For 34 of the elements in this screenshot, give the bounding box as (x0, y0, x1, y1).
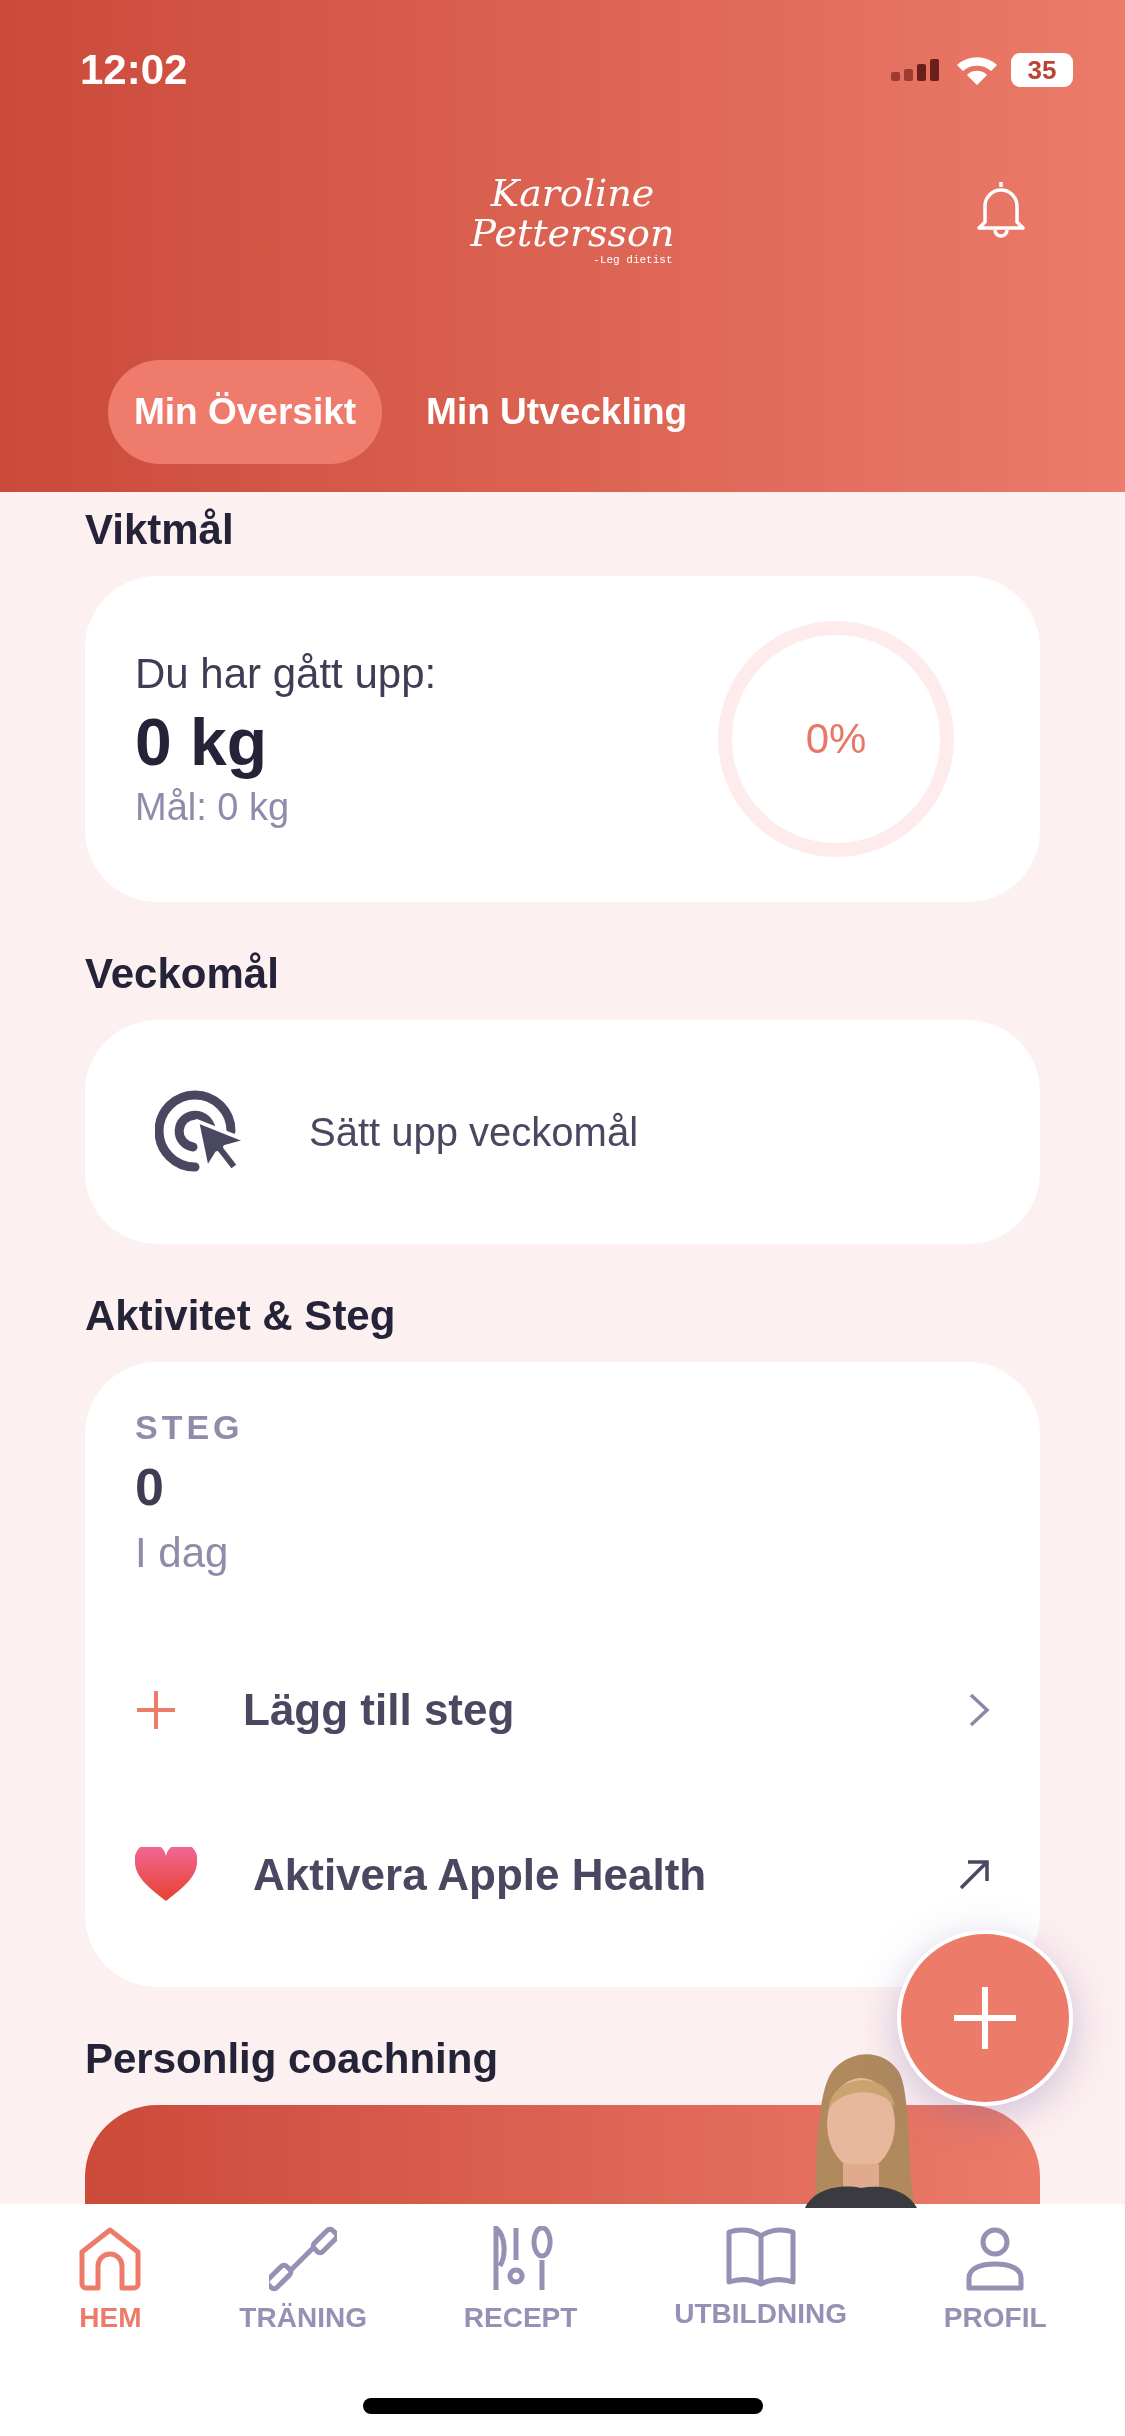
add-steps-link[interactable]: Lägg till steg (243, 1684, 968, 1735)
status-time: 12:02 (80, 46, 188, 94)
week-goal-card[interactable]: Sätt upp veckomål (85, 1020, 1040, 1244)
person-icon (965, 2226, 1026, 2292)
progress-percent: 0% (805, 715, 867, 763)
weight-goal: Mål: 0 kg (135, 785, 291, 829)
nav-tab[interactable]: HEM (78, 2226, 143, 2334)
logo-text: Karoline Pettersson (469, 174, 676, 254)
dumbbell-icon (269, 2226, 338, 2292)
steps-period: I dag (135, 1529, 230, 1577)
coaching-card[interactable] (85, 2105, 1040, 2204)
chevron-right-icon (968, 1691, 990, 1728)
battery-icon: 35 (1011, 53, 1073, 87)
section-heading: Personlig coachning (85, 2035, 500, 2083)
book-icon (724, 2226, 797, 2288)
heart-icon (135, 1846, 197, 1903)
home-icon (78, 2226, 143, 2292)
tab[interactable]: Min Utveckling (400, 360, 714, 464)
nav-tab[interactable]: RECEPT (463, 2226, 578, 2334)
external-arrow-icon (958, 1858, 990, 1891)
section-heading: Aktivitet & Steg (85, 1292, 397, 1340)
section-heading: Veckomål (85, 950, 280, 998)
weight-label: Du har gått upp: (135, 649, 437, 698)
apple-health-link[interactable]: Aktivera Apple Health (253, 1849, 958, 1900)
logo-subtitle: -Leg dietist (593, 253, 673, 266)
steps-value: 0 (135, 1457, 165, 1517)
nav-tab[interactable]: UTBILDNING (674, 2226, 847, 2330)
section-heading: Viktmål (85, 506, 235, 554)
plus-icon (135, 1688, 177, 1731)
nav-tab[interactable]: TRÄNING (239, 2226, 367, 2334)
steps-caption: STEG (135, 1408, 245, 1447)
weight-value: 0 kg (135, 703, 269, 780)
nav-tab[interactable]: PROFIL (943, 2226, 1047, 2334)
tab[interactable]: Min Översikt (108, 360, 383, 464)
